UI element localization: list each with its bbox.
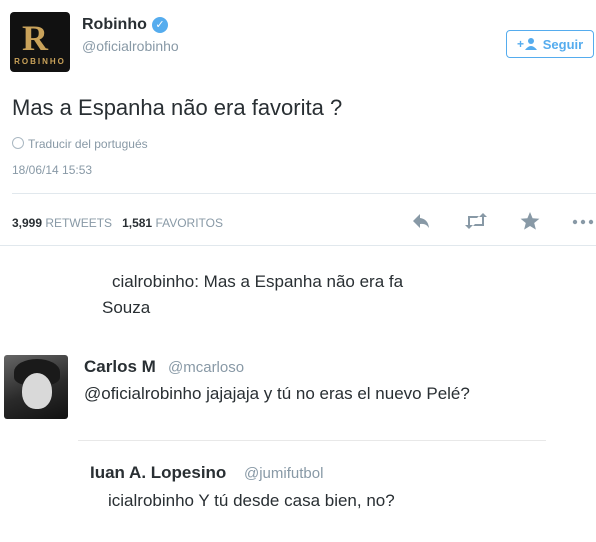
retweets-label[interactable]: RETWEETS bbox=[45, 216, 112, 230]
author-handle[interactable]: @oficialrobinho bbox=[82, 38, 179, 54]
tweet-stats: 3,999 RETWEETS 1,581 FAVORITOS bbox=[12, 216, 223, 230]
carlos-avatar[interactable] bbox=[4, 355, 68, 419]
translate-label: Traducir del portugués bbox=[28, 137, 148, 151]
divider bbox=[78, 440, 546, 441]
retweets-count[interactable]: 3,999 bbox=[12, 216, 42, 230]
quoted-fragment-line2: Souza bbox=[102, 298, 151, 317]
reply1-author-name[interactable]: Carlos M bbox=[84, 357, 156, 377]
translate-link[interactable]: Traducir del portugués bbox=[12, 137, 148, 151]
verified-badge-icon: ✓ bbox=[152, 17, 168, 33]
avatar-monogram: R bbox=[22, 18, 48, 58]
favorites-label[interactable]: FAVORITOS bbox=[155, 216, 223, 230]
globe-icon bbox=[12, 137, 24, 149]
reply2-author-name[interactable]: Iuan A. Lopesino bbox=[90, 463, 226, 483]
divider bbox=[0, 245, 596, 246]
tweet-text: Mas a Espanha não era favorita ? bbox=[12, 95, 343, 120]
follow-button-label: Seguir bbox=[542, 36, 584, 52]
star-icon[interactable] bbox=[519, 210, 541, 232]
quoted-fragment-line1: cialrobinho: Mas a Espanha não era fa bbox=[112, 272, 404, 291]
svg-text:+: + bbox=[517, 37, 524, 51]
author-name[interactable]: Robinho bbox=[82, 16, 147, 34]
avatar-face bbox=[22, 373, 52, 409]
reply1-author-handle[interactable]: @mcarloso bbox=[168, 359, 244, 376]
divider bbox=[12, 193, 596, 194]
reply2-author-handle[interactable]: @jumifutbol bbox=[244, 465, 323, 482]
more-icon[interactable] bbox=[572, 210, 596, 232]
replies-section: cialrobinho: Mas a Espanha não era fa So… bbox=[0, 262, 596, 542]
robinho-avatar[interactable]: R ROBINHO bbox=[10, 12, 70, 72]
favorites-count[interactable]: 1,581 bbox=[122, 216, 152, 230]
avatar-brand-text: ROBINHO bbox=[14, 57, 66, 66]
tweet-timestamp[interactable]: 18/06/14 15:53 bbox=[12, 163, 92, 177]
reply-icon[interactable] bbox=[410, 210, 432, 232]
follow-button[interactable]: + Seguir bbox=[506, 30, 594, 58]
tweet-card: R ROBINHO Robinho ✓ @oficialrobinho + Se… bbox=[0, 0, 596, 246]
reply1-text: @oficialrobinho jajajaja y tú no eras el… bbox=[84, 384, 470, 403]
reply2-text: icialrobinho Y tú desde casa bien, no? bbox=[108, 491, 395, 510]
retweet-icon[interactable] bbox=[463, 210, 489, 232]
add-user-icon: + bbox=[517, 37, 537, 51]
